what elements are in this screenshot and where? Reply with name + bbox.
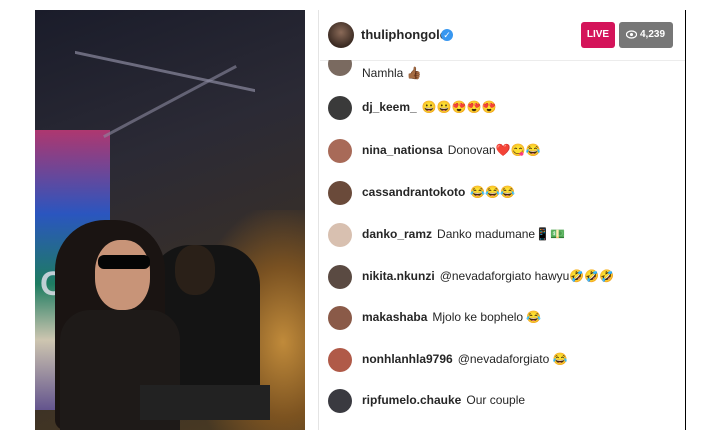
host-username[interactable]: thuliphongolo: [361, 27, 448, 42]
comment-row: Namhla 👍🏾: [320, 60, 680, 82]
comment-avatar[interactable]: [328, 306, 352, 330]
verified-badge-icon: ✓: [441, 29, 453, 41]
viewer-count-badge: 4,239: [619, 22, 673, 48]
comment-username[interactable]: danko_ramz: [362, 227, 432, 241]
pane-divider: [318, 10, 319, 430]
comment-text: dj_keem_ 😀😀😍😍😍: [362, 100, 497, 114]
host-avatar[interactable]: [328, 22, 354, 48]
live-badge: LIVE: [581, 22, 615, 48]
comment-avatar[interactable]: [328, 348, 352, 372]
comment-text: Namhla 👍🏾: [362, 66, 422, 80]
comment-text: makashaba Mjolo ke bophelo 😂: [362, 310, 542, 324]
comment-text: nina_nationsa Donovan❤️😋😂: [362, 143, 541, 157]
sunglasses: [98, 255, 150, 269]
comment-username[interactable]: nikita.nkunzi: [362, 269, 435, 283]
comment-row: danko_ramz Danko madumane📱💵: [320, 223, 680, 251]
right-border: [685, 10, 686, 430]
comment-row: cassandrantokoto 😂😂😂: [320, 181, 680, 209]
comment-row: makashaba Mjolo ke bophelo 😂: [320, 306, 680, 334]
person-man-head: [175, 245, 215, 295]
comment-username[interactable]: makashaba: [362, 310, 427, 324]
comment-avatar[interactable]: [328, 181, 352, 205]
comment-text: nonhlanhla9796 @nevadaforgiato 😂: [362, 352, 568, 366]
comment-row: ripfumelo.chauke Our couple: [320, 389, 680, 417]
viewer-count: 4,239: [640, 29, 666, 40]
comment-row: nina_nationsa Donovan❤️😋😂: [320, 139, 680, 167]
comment-username[interactable]: dj_keem_: [362, 100, 417, 114]
comment-row: dj_keem_ 😀😀😍😍😍: [320, 96, 680, 124]
comment-username[interactable]: nonhlanhla9796: [362, 352, 453, 366]
comment-avatar[interactable]: [328, 96, 352, 120]
comment-avatar[interactable]: [328, 389, 352, 413]
comment-avatar[interactable]: [328, 60, 352, 76]
comment-text: nikita.nkunzi @nevadaforgiato hawyu🤣🤣🤣: [362, 269, 615, 283]
comment-avatar[interactable]: [328, 265, 352, 289]
comment-username[interactable]: ripfumelo.chauke: [362, 393, 461, 407]
comment-text: ripfumelo.chauke Our couple: [362, 393, 526, 407]
dj-deck: [140, 385, 270, 420]
comment-text: cassandrantokoto 😂😂😂: [362, 185, 516, 199]
comment-row: nikita.nkunzi @nevadaforgiato hawyu🤣🤣🤣: [320, 265, 680, 293]
comment-username[interactable]: nina_nationsa: [362, 143, 443, 157]
comment-text: danko_ramz Danko madumane📱💵: [362, 227, 565, 241]
comment-row: nonhlanhla9796 @nevadaforgiato 😂: [320, 348, 680, 376]
comment-avatar[interactable]: [328, 139, 352, 163]
person-woman-face: [95, 240, 150, 310]
comment-username[interactable]: cassandrantokoto: [362, 185, 465, 199]
eye-icon: [626, 30, 637, 39]
comment-avatar[interactable]: [328, 223, 352, 247]
